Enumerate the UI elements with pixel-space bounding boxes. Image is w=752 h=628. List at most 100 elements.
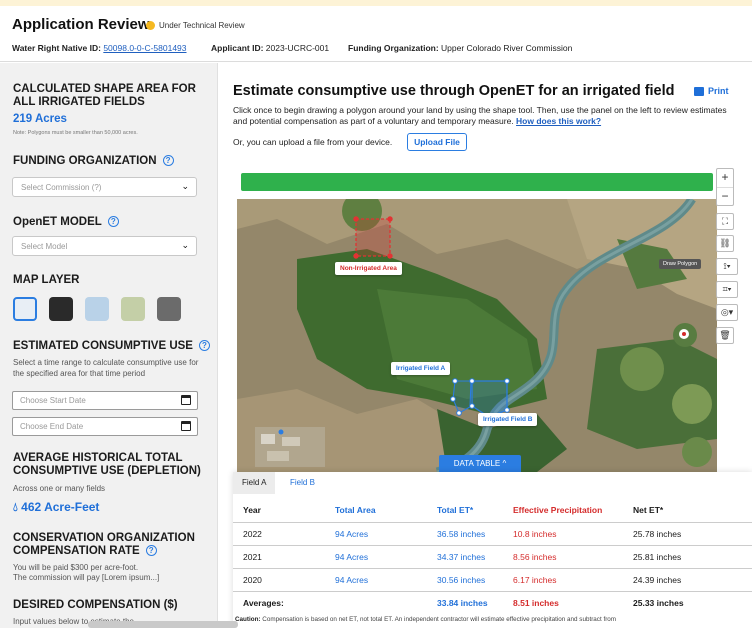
app-header: Application Review Under Technical Revie…	[0, 6, 752, 62]
col-total-area-header: Total Area	[325, 498, 427, 523]
averages-total-et: 33.84 inches	[427, 590, 503, 614]
sidebar: CALCULATED SHAPE AREA FOR ALL IRRIGATED …	[0, 63, 218, 628]
cell-net-et: 25.81 inches	[623, 545, 752, 569]
help-icon[interactable]: ?	[107, 216, 119, 227]
cell-total-et: 30.56 inches	[427, 568, 503, 592]
openet-heading: OpenET MODEL?	[13, 216, 119, 229]
tab-field-a[interactable]: Field A	[233, 472, 276, 494]
start-date-input[interactable]: Choose Start Date	[12, 391, 198, 410]
col-effective-precip-header: Effective Precipitation	[503, 498, 623, 523]
horizontal-scrollbar[interactable]	[88, 621, 238, 628]
water-drop-icon: 💧︎	[13, 500, 18, 514]
funding-label: Funding Organization:	[348, 43, 439, 53]
help-icon[interactable]: ?	[145, 545, 157, 556]
data-table-panel: Field A Field B Year Total Area Total ET…	[233, 472, 752, 628]
print-button[interactable]: Print	[694, 86, 729, 96]
cell-year: 2021	[233, 545, 325, 569]
ecu-heading-text: ESTIMATED CONSUMPTIVE USE	[13, 340, 193, 352]
link-icon[interactable]: ⛓	[716, 235, 734, 252]
averages-area	[325, 590, 427, 614]
calendar-icon	[181, 395, 191, 405]
funding-heading-text: FUNDING ORGANIZATION	[13, 155, 157, 167]
status-dot-icon	[146, 21, 155, 30]
instructions-text: Click once to begin drawing a polygon ar…	[233, 105, 727, 126]
main-title: Estimate consumptive use through OpenET …	[233, 83, 675, 99]
upload-file-button[interactable]: Upload File	[407, 133, 467, 151]
trash-icon[interactable]: 🗑︎	[716, 327, 734, 344]
cell-effective-precip: 10.8 inches	[503, 522, 623, 546]
progress-bar	[241, 173, 713, 191]
cell-total-area: 94 Acres	[325, 568, 427, 592]
layer-terrain-option[interactable]	[121, 297, 145, 321]
cell-year: 2020	[233, 568, 325, 592]
non-irrigated-area-label[interactable]: Non-Irrigated Area	[335, 262, 402, 275]
avg-value-row: 💧︎ 462 Acre-Feet	[13, 500, 99, 515]
rate-heading-text: CONSERVATION ORGANIZATION COMPENSATION R…	[13, 532, 195, 557]
cell-year: 2022	[233, 522, 325, 546]
model-select[interactable]: Select Model ⌄	[12, 236, 197, 256]
layer-light-option[interactable]	[85, 297, 109, 321]
field-b-label[interactable]: Irrigated Field B	[478, 413, 538, 426]
chevron-down-icon: ⌄	[181, 240, 189, 250]
satellite-map-image	[237, 199, 717, 472]
model-select-placeholder: Select Model	[21, 242, 68, 251]
funding-value: Upper Colorado River Commission	[441, 43, 573, 53]
printer-icon	[694, 86, 704, 96]
avg-value: 462 Acre-Feet	[21, 500, 100, 514]
draw-rectangle-icon[interactable]: ⌗▾	[716, 281, 738, 298]
cell-net-et: 25.78 inches	[623, 522, 752, 546]
applicant-value: 2023-UCRC-001	[265, 43, 330, 53]
layer-dark-option[interactable]	[49, 297, 73, 321]
print-label: Print	[708, 86, 729, 96]
end-date-input[interactable]: Choose End Date	[12, 417, 198, 436]
avg-heading: AVERAGE HISTORICAL TOTAL CONSUMPTIVE USE…	[13, 452, 201, 477]
fullscreen-icon[interactable]: ⛶	[716, 213, 734, 230]
draw-polygon-icon[interactable]: ⟟▾	[716, 258, 738, 275]
rate-line-2: The commission will pay [Lorem ipsum...]	[13, 573, 160, 582]
main-content: Estimate consumptive use through OpenET …	[219, 63, 752, 628]
cell-total-et: 34.37 inches	[427, 545, 503, 569]
caution-note: Caution: Compensation is based on net ET…	[235, 616, 616, 623]
layer-streets-option[interactable]	[13, 297, 37, 321]
ecu-description: Select a time range to calculate consump…	[13, 358, 199, 378]
ecu-heading: ESTIMATED CONSUMPTIVE USE?	[13, 340, 210, 353]
zoom-in-button[interactable]: +	[717, 169, 733, 187]
data-table-toggle-button[interactable]: DATA TABLE ^	[439, 455, 521, 473]
averages-net-et: 25.33 inches	[623, 590, 752, 614]
water-right-label: Water Right Native ID:	[12, 43, 101, 53]
layer-satellite-option[interactable]	[157, 297, 181, 321]
cell-net-et: 24.39 inches	[623, 568, 752, 592]
zoom-controls: + −	[716, 168, 734, 206]
area-value: 219 Acres	[13, 113, 67, 125]
averages-row: Averages: 33.84 inches 8.51 inches 25.33…	[233, 590, 752, 614]
draw-circle-icon[interactable]: ◎▾	[716, 304, 738, 321]
map-layer-options	[13, 297, 181, 321]
col-net-et-header: Net ET*	[623, 498, 752, 523]
end-date-placeholder: Choose End Date	[20, 422, 84, 431]
applicant-label: Applicant ID:	[211, 43, 264, 53]
cell-total-area: 94 Acres	[325, 545, 427, 569]
upload-text: Or, you can upload a file from your devi…	[233, 137, 393, 147]
tab-field-b[interactable]: Field B	[281, 472, 324, 494]
water-right-link[interactable]: 50098.0-0-C-5801493	[103, 43, 186, 53]
funding-select[interactable]: Select Commission (?) ⌄	[12, 177, 197, 197]
field-a-label[interactable]: Irrigated Field A	[391, 362, 451, 375]
map-layer-heading: MAP LAYER	[13, 274, 80, 286]
calendar-icon	[181, 421, 191, 431]
start-date-placeholder: Choose Start Date	[20, 396, 86, 405]
help-icon[interactable]: ?	[198, 340, 210, 351]
help-icon[interactable]: ?	[162, 155, 174, 166]
map-canvas[interactable]: Non-Irrigated Area Irrigated Field A Irr…	[237, 199, 717, 472]
table-row: 2022 94 Acres 36.58 inches 10.8 inches 2…	[233, 522, 752, 546]
status-badge: Under Technical Review	[146, 21, 245, 30]
status-text: Under Technical Review	[159, 21, 245, 30]
how-it-works-link[interactable]: How does this work?	[516, 116, 601, 126]
avg-subtext: Across one or many fields	[13, 484, 106, 493]
openet-heading-text: OpenET MODEL	[13, 216, 102, 228]
averages-effective-precip: 8.51 inches	[503, 590, 623, 614]
col-year-header: Year	[233, 498, 325, 523]
zoom-out-button[interactable]: −	[717, 187, 733, 205]
instructions: Click once to begin drawing a polygon ar…	[233, 105, 738, 127]
chevron-down-icon: ⌄	[181, 181, 189, 191]
col-total-et-header: Total ET*	[427, 498, 503, 523]
